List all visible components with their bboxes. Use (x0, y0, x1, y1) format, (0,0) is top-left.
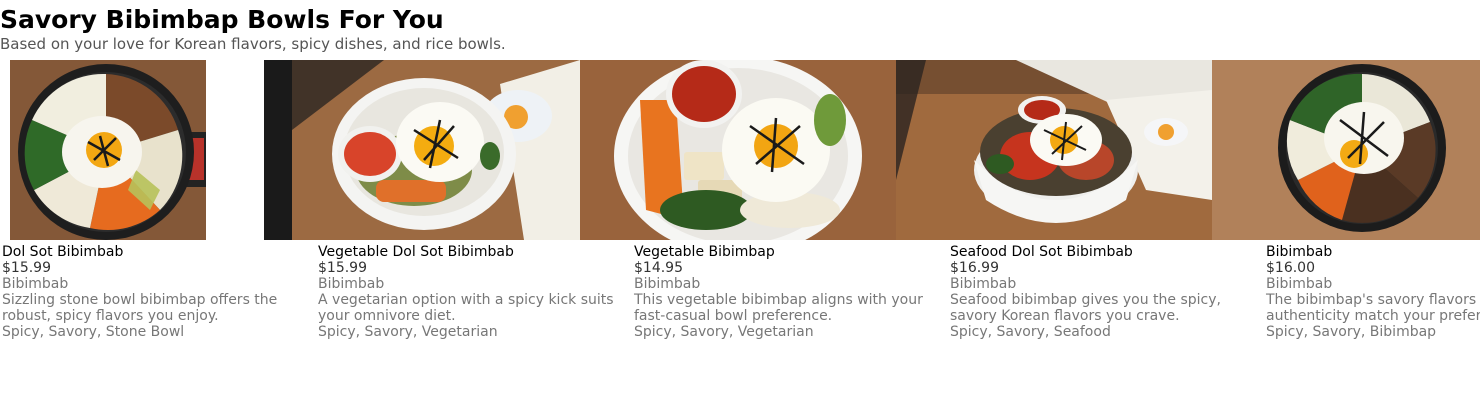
product-description: A vegetarian option with a spicy kick su… (318, 292, 614, 324)
product-name[interactable]: Seafood Dol Sot Bibimbab (950, 244, 1250, 260)
product-price: $15.99 (318, 260, 367, 276)
product-tags: Spicy, Savory, Vegetarian (634, 324, 814, 340)
product-info: Seafood Dol Sot Bibimbab $16.99 Bibimbab… (950, 244, 1250, 340)
product-image[interactable] (10, 60, 206, 240)
food-photo (580, 60, 896, 240)
food-photo (264, 60, 580, 240)
product-tags: Spicy, Savory, Vegetarian (318, 324, 498, 340)
food-photo (1212, 60, 1480, 240)
product-tags: Spicy, Savory, Bibimbap (1266, 324, 1437, 340)
product-image[interactable] (264, 60, 580, 240)
product-tags: Spicy, Savory, Seafood (950, 324, 1111, 340)
product-category: Bibimbab (1266, 276, 1333, 292)
section-header: Savory Bibimbap Bowls For You Based on y… (0, 4, 1480, 53)
product-description: Sizzling stone bowl bibimbap offers the … (2, 292, 278, 324)
product-category: Bibimbab (318, 276, 385, 292)
product-description: Seafood bibimbap gives you the spicy, sa… (950, 292, 1221, 324)
product-name[interactable]: Vegetable Bibimbap (634, 244, 934, 260)
section-title: Savory Bibimbap Bowls For You (0, 5, 444, 34)
food-photo (10, 60, 206, 240)
recommendations-page: Savory Bibimbap Bowls For You Based on y… (0, 0, 1480, 400)
food-photo (896, 60, 1212, 240)
product-image[interactable] (580, 60, 896, 240)
product-description: The bibimbap's savory flavors and authen… (1266, 292, 1480, 324)
product-description: This vegetable bibimbap aligns with your… (634, 292, 923, 324)
product-info: Dol Sot Bibimbab $15.99 Bibimbab Sizzlin… (2, 244, 302, 340)
product-price: $16.00 (1266, 260, 1315, 276)
product-price: $15.99 (2, 260, 51, 276)
product-image[interactable] (1212, 60, 1480, 240)
product-name[interactable]: Bibimbab (1266, 244, 1480, 260)
product-price: $14.95 (634, 260, 683, 276)
section-subtitle: Based on your love for Korean flavors, s… (0, 35, 506, 53)
product-info: Bibimbab $16.00 Bibimbab The bibimbap's … (1266, 244, 1480, 340)
product-name[interactable]: Dol Sot Bibimbab (2, 244, 302, 260)
product-category: Bibimbab (950, 276, 1017, 292)
product-card[interactable]: Bibimbab $16.00 Bibimbab The bibimbap's … (1212, 60, 1480, 360)
product-info: Vegetable Dol Sot Bibimbab $15.99 Bibimb… (318, 244, 618, 340)
product-category: Bibimbab (2, 276, 69, 292)
product-price: $16.99 (950, 260, 999, 276)
product-category: Bibimbab (634, 276, 701, 292)
product-image[interactable] (896, 60, 1212, 240)
product-tags: Spicy, Savory, Stone Bowl (2, 324, 185, 340)
product-name[interactable]: Vegetable Dol Sot Bibimbab (318, 244, 618, 260)
product-info: Vegetable Bibimbap $14.95 Bibimbab This … (634, 244, 934, 340)
